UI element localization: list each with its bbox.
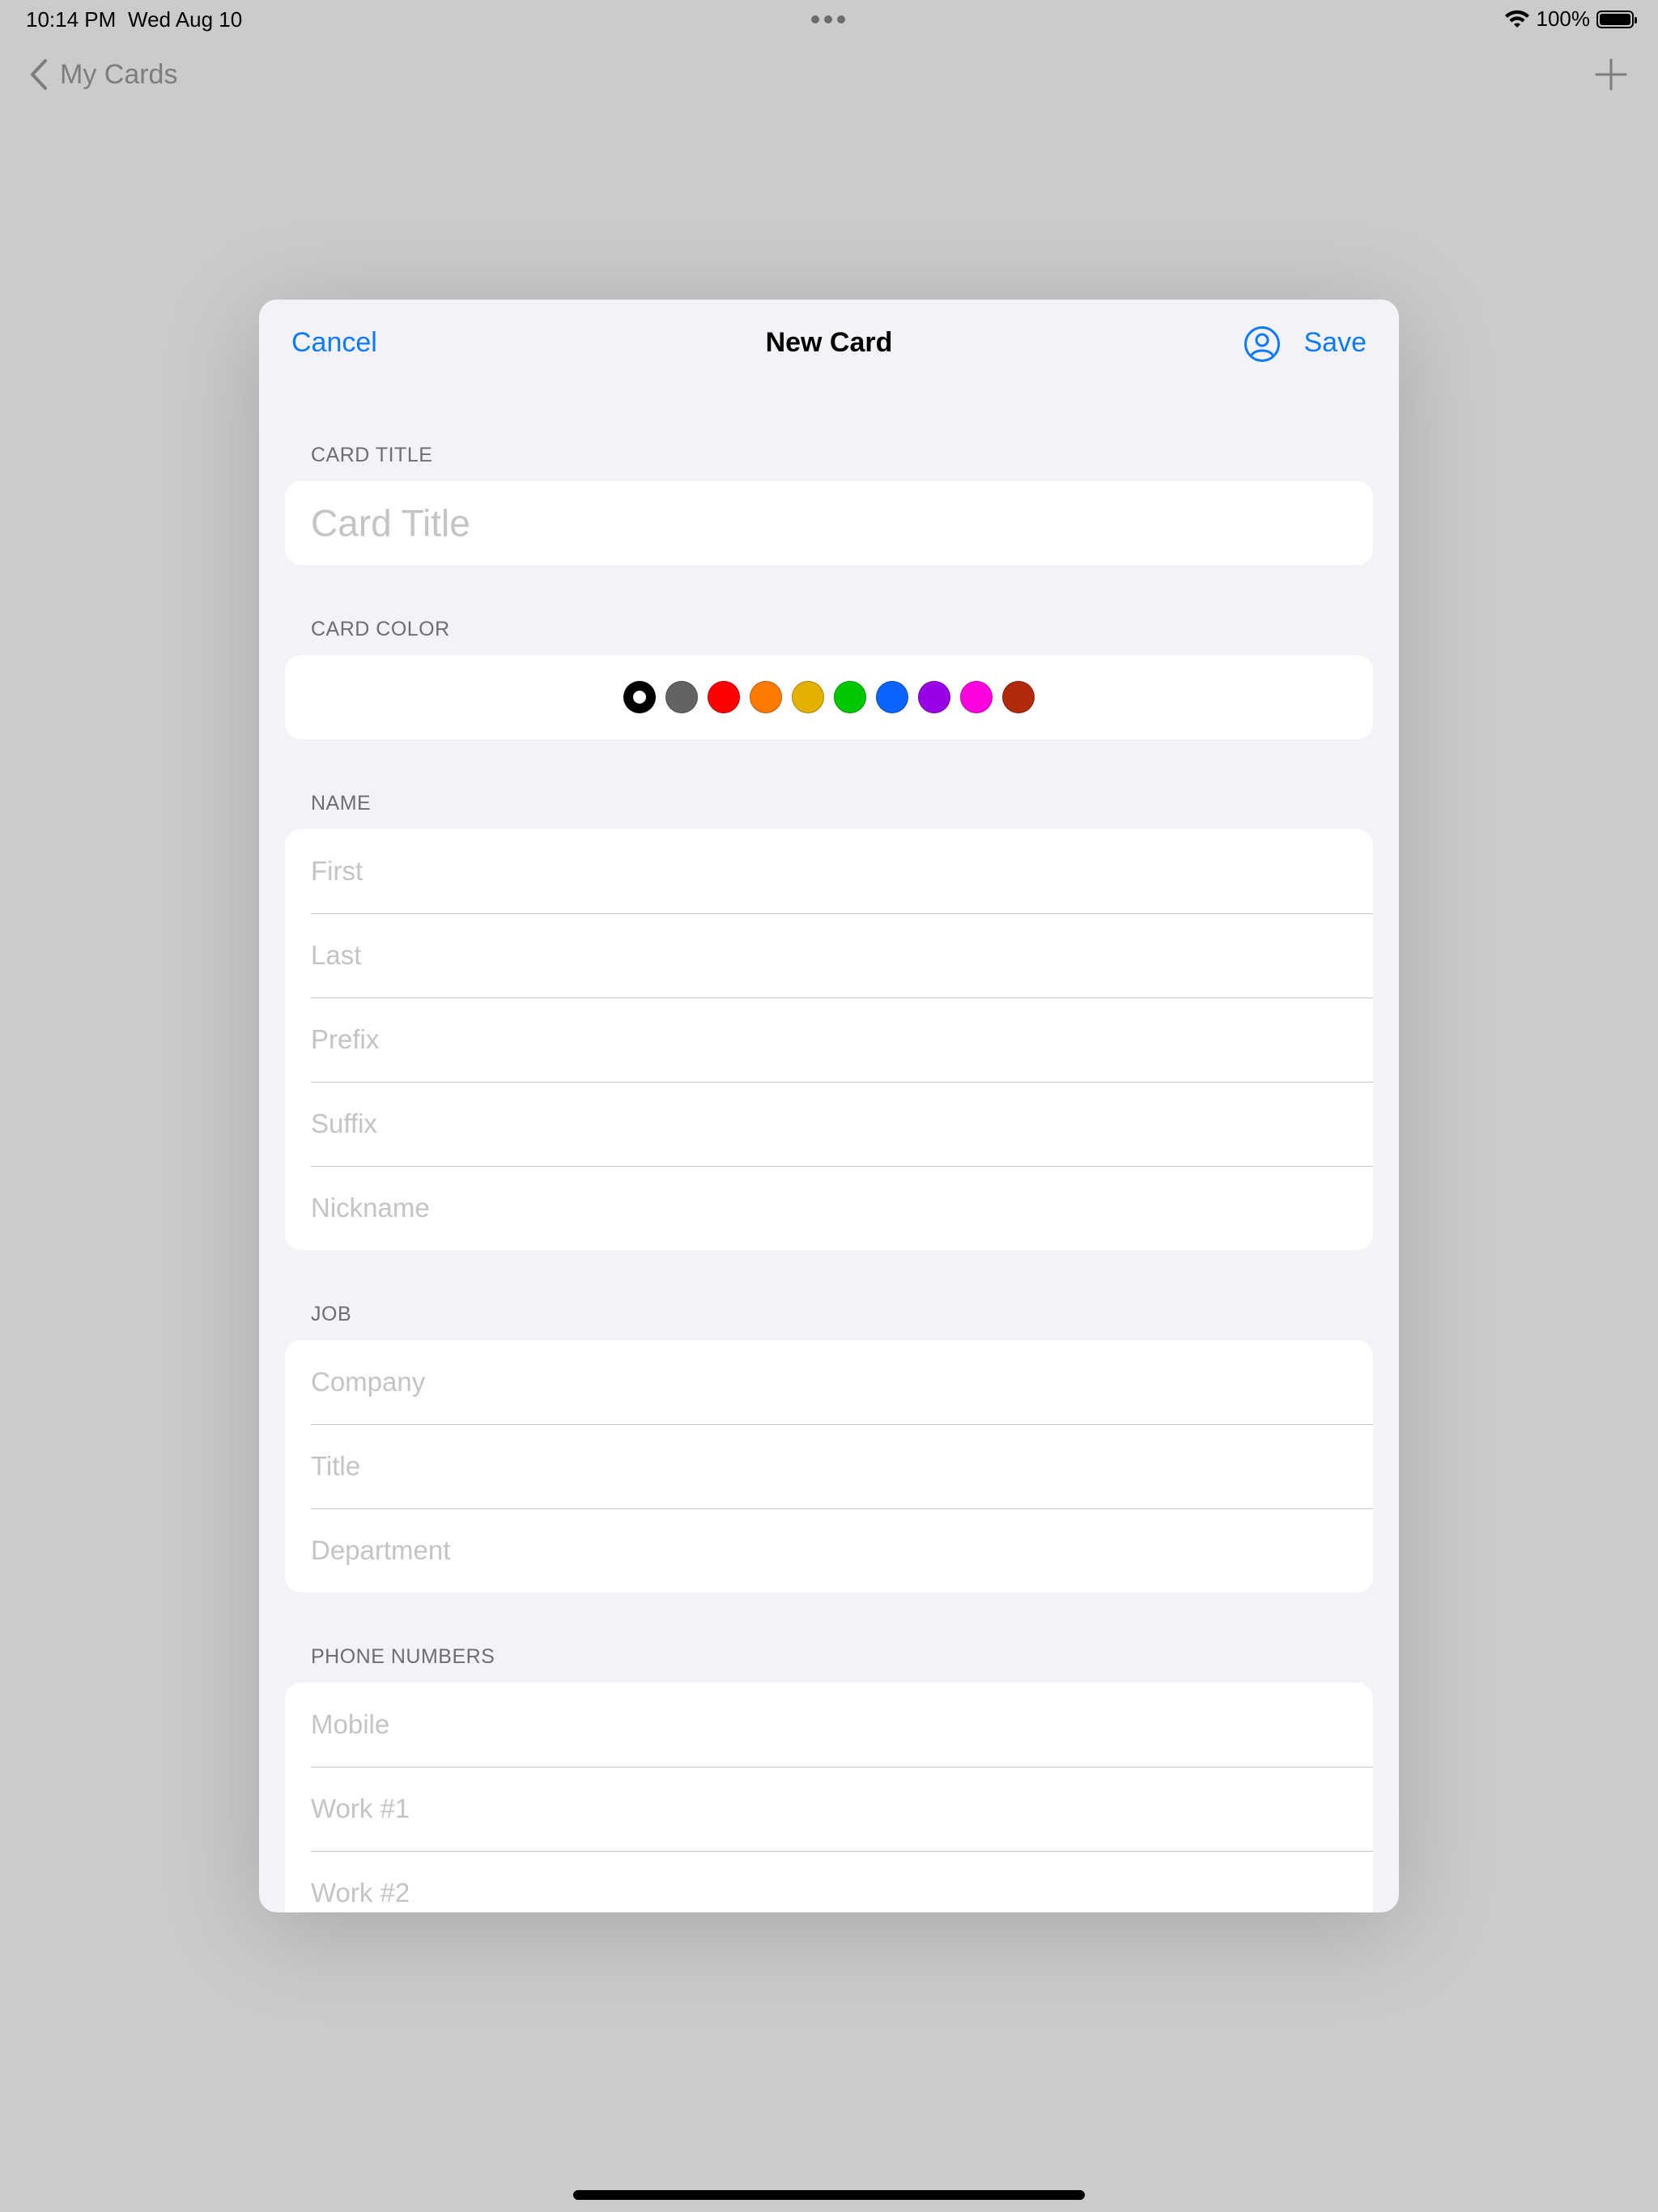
phone-row-work-2 [285,1851,1373,1912]
nickname-field[interactable] [311,1166,1347,1250]
person-circle-icon[interactable] [1244,325,1281,363]
battery-icon [1596,10,1637,28]
name-row-last [285,913,1373,998]
sheet-title: New Card [765,327,893,358]
sheet-header: Cancel New Card Save [259,300,1399,392]
home-indicator [573,2190,1085,2200]
color-swatch[interactable] [623,681,656,713]
job-title-field[interactable] [311,1424,1347,1508]
status-right: 100% [1504,6,1637,32]
prefix-field[interactable] [311,998,1347,1082]
color-swatch[interactable] [665,681,698,713]
section-label-phone-numbers: PHONE NUMBERS [311,1645,495,1668]
suffix-field[interactable] [311,1082,1347,1166]
name-row-first [285,829,1373,913]
color-swatch[interactable] [876,681,908,713]
color-swatch[interactable] [834,681,866,713]
job-row-company [285,1340,1373,1424]
color-swatch[interactable] [1002,681,1035,713]
chevron-left-icon [31,59,47,90]
job-group [285,1340,1373,1593]
mobile-field[interactable] [311,1682,1347,1767]
phone-row-work-1 [285,1767,1373,1851]
battery-percent: 100% [1536,6,1591,31]
name-row-suffix [285,1082,1373,1166]
card-color-group [285,655,1373,739]
work-1-field[interactable] [311,1767,1347,1851]
name-row-nickname [285,1166,1373,1250]
job-row-department [285,1508,1373,1593]
status-bar: 10:14 PM Wed Aug 10 100% [0,0,1658,39]
card-title-input[interactable] [311,481,1347,565]
last-name-field[interactable] [311,913,1347,998]
section-label-name: NAME [311,792,372,815]
work-2-field[interactable] [311,1851,1347,1912]
section-label-card-color: CARD COLOR [311,618,450,640]
name-row-prefix [285,998,1373,1082]
section-label-card-title: CARD TITLE [311,444,433,466]
department-field[interactable] [311,1508,1347,1593]
section-label-job: JOB [311,1303,352,1325]
first-name-field[interactable] [311,829,1347,913]
job-row-title [285,1424,1373,1508]
new-card-sheet: Cancel New Card Save CARD TITLE CARD COL… [259,300,1399,1912]
add-icon[interactable] [1593,57,1629,92]
color-swatch[interactable] [792,681,824,713]
color-swatch[interactable] [960,681,993,713]
status-date: Wed Aug 10 [128,7,243,32]
card-title-group [285,481,1373,565]
phone-row-mobile [285,1682,1373,1767]
card-title-row [285,481,1373,565]
company-field[interactable] [311,1340,1347,1424]
status-time: 10:14 PM [26,7,117,32]
name-group [285,829,1373,1250]
wifi-icon [1504,10,1529,28]
multitasking-dots-icon[interactable] [811,15,845,23]
phone-numbers-group [285,1682,1373,1912]
color-swatch[interactable] [750,681,782,713]
color-swatch-row [285,655,1373,739]
back-button[interactable]: My Cards [29,58,177,91]
back-label: My Cards [60,58,178,90]
save-button[interactable]: Save [1304,327,1367,359]
color-swatch[interactable] [918,681,950,713]
color-swatch[interactable] [708,681,740,713]
